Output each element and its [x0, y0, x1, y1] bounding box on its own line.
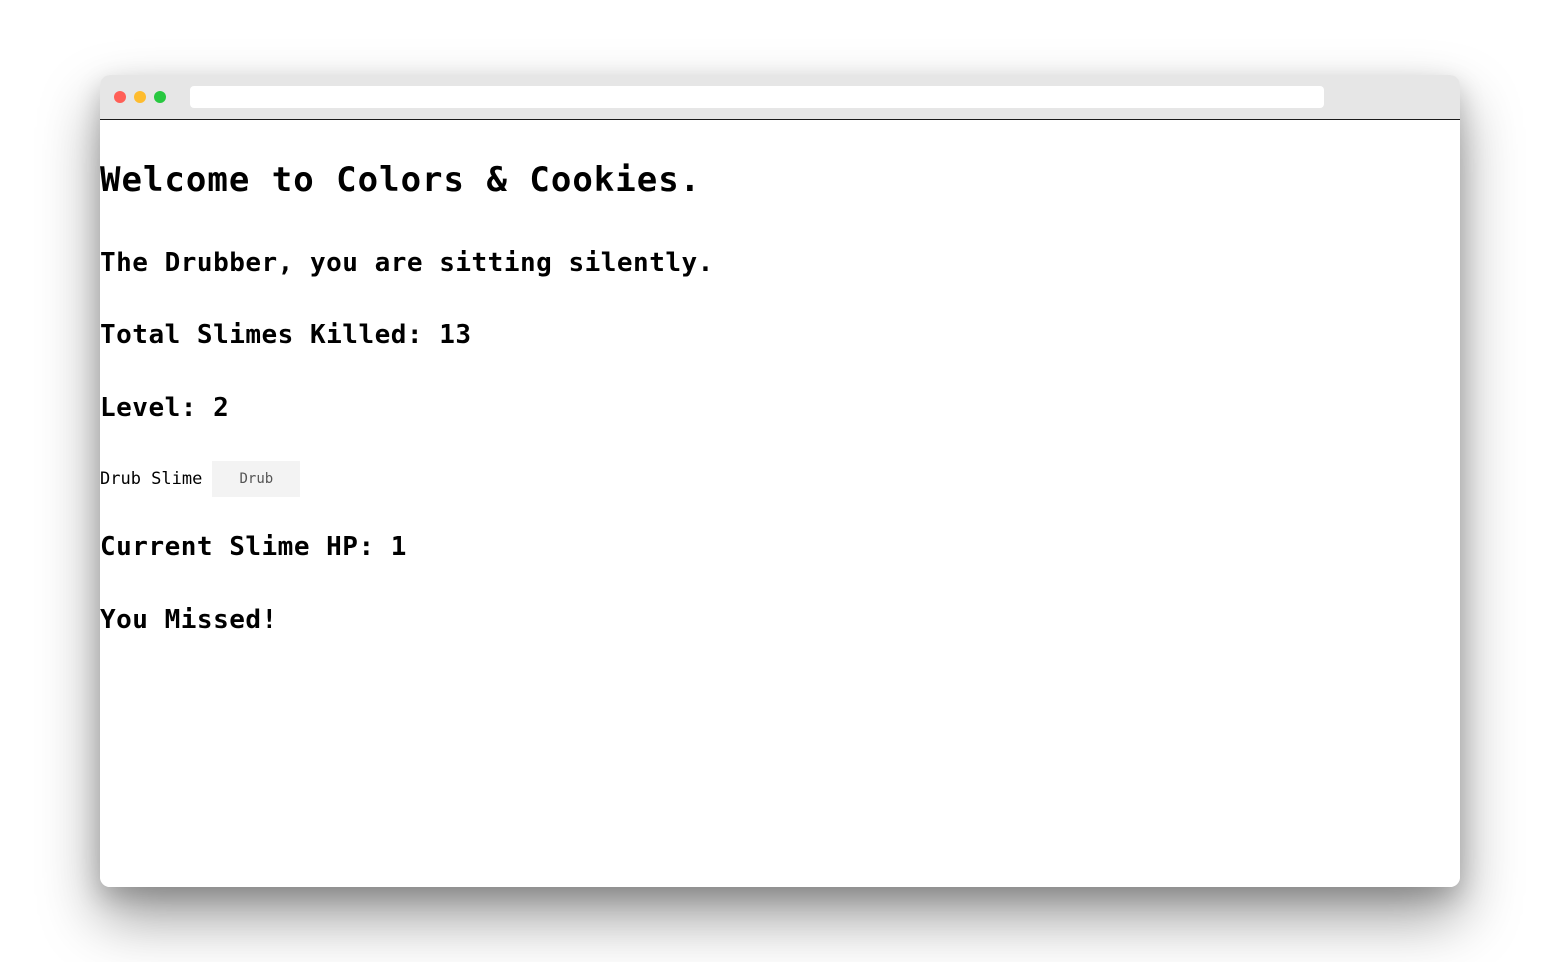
- drub-row: Drub Slime Drub: [100, 461, 301, 497]
- attack-result-message: You Missed!: [100, 605, 278, 635]
- drub-button[interactable]: Drub: [212, 461, 301, 497]
- title-bar: [100, 75, 1460, 120]
- status-message: The Drubber, you are sitting silently.: [100, 248, 714, 278]
- page-content: Welcome to Colors & Cookies. The Drubber…: [100, 120, 1460, 887]
- level-indicator: Level: 2: [100, 393, 230, 423]
- maximize-window-button[interactable]: [154, 91, 166, 103]
- slimes-killed-count: Total Slimes Killed: 13: [100, 320, 472, 350]
- close-window-button[interactable]: [114, 91, 126, 103]
- browser-window: Welcome to Colors & Cookies. The Drubber…: [100, 75, 1460, 887]
- drub-slime-label: Drub Slime: [100, 469, 203, 489]
- page-title: Welcome to Colors & Cookies.: [100, 160, 702, 200]
- address-bar[interactable]: [190, 86, 1324, 108]
- slime-hp-display: Current Slime HP: 1: [100, 532, 407, 562]
- minimize-window-button[interactable]: [134, 91, 146, 103]
